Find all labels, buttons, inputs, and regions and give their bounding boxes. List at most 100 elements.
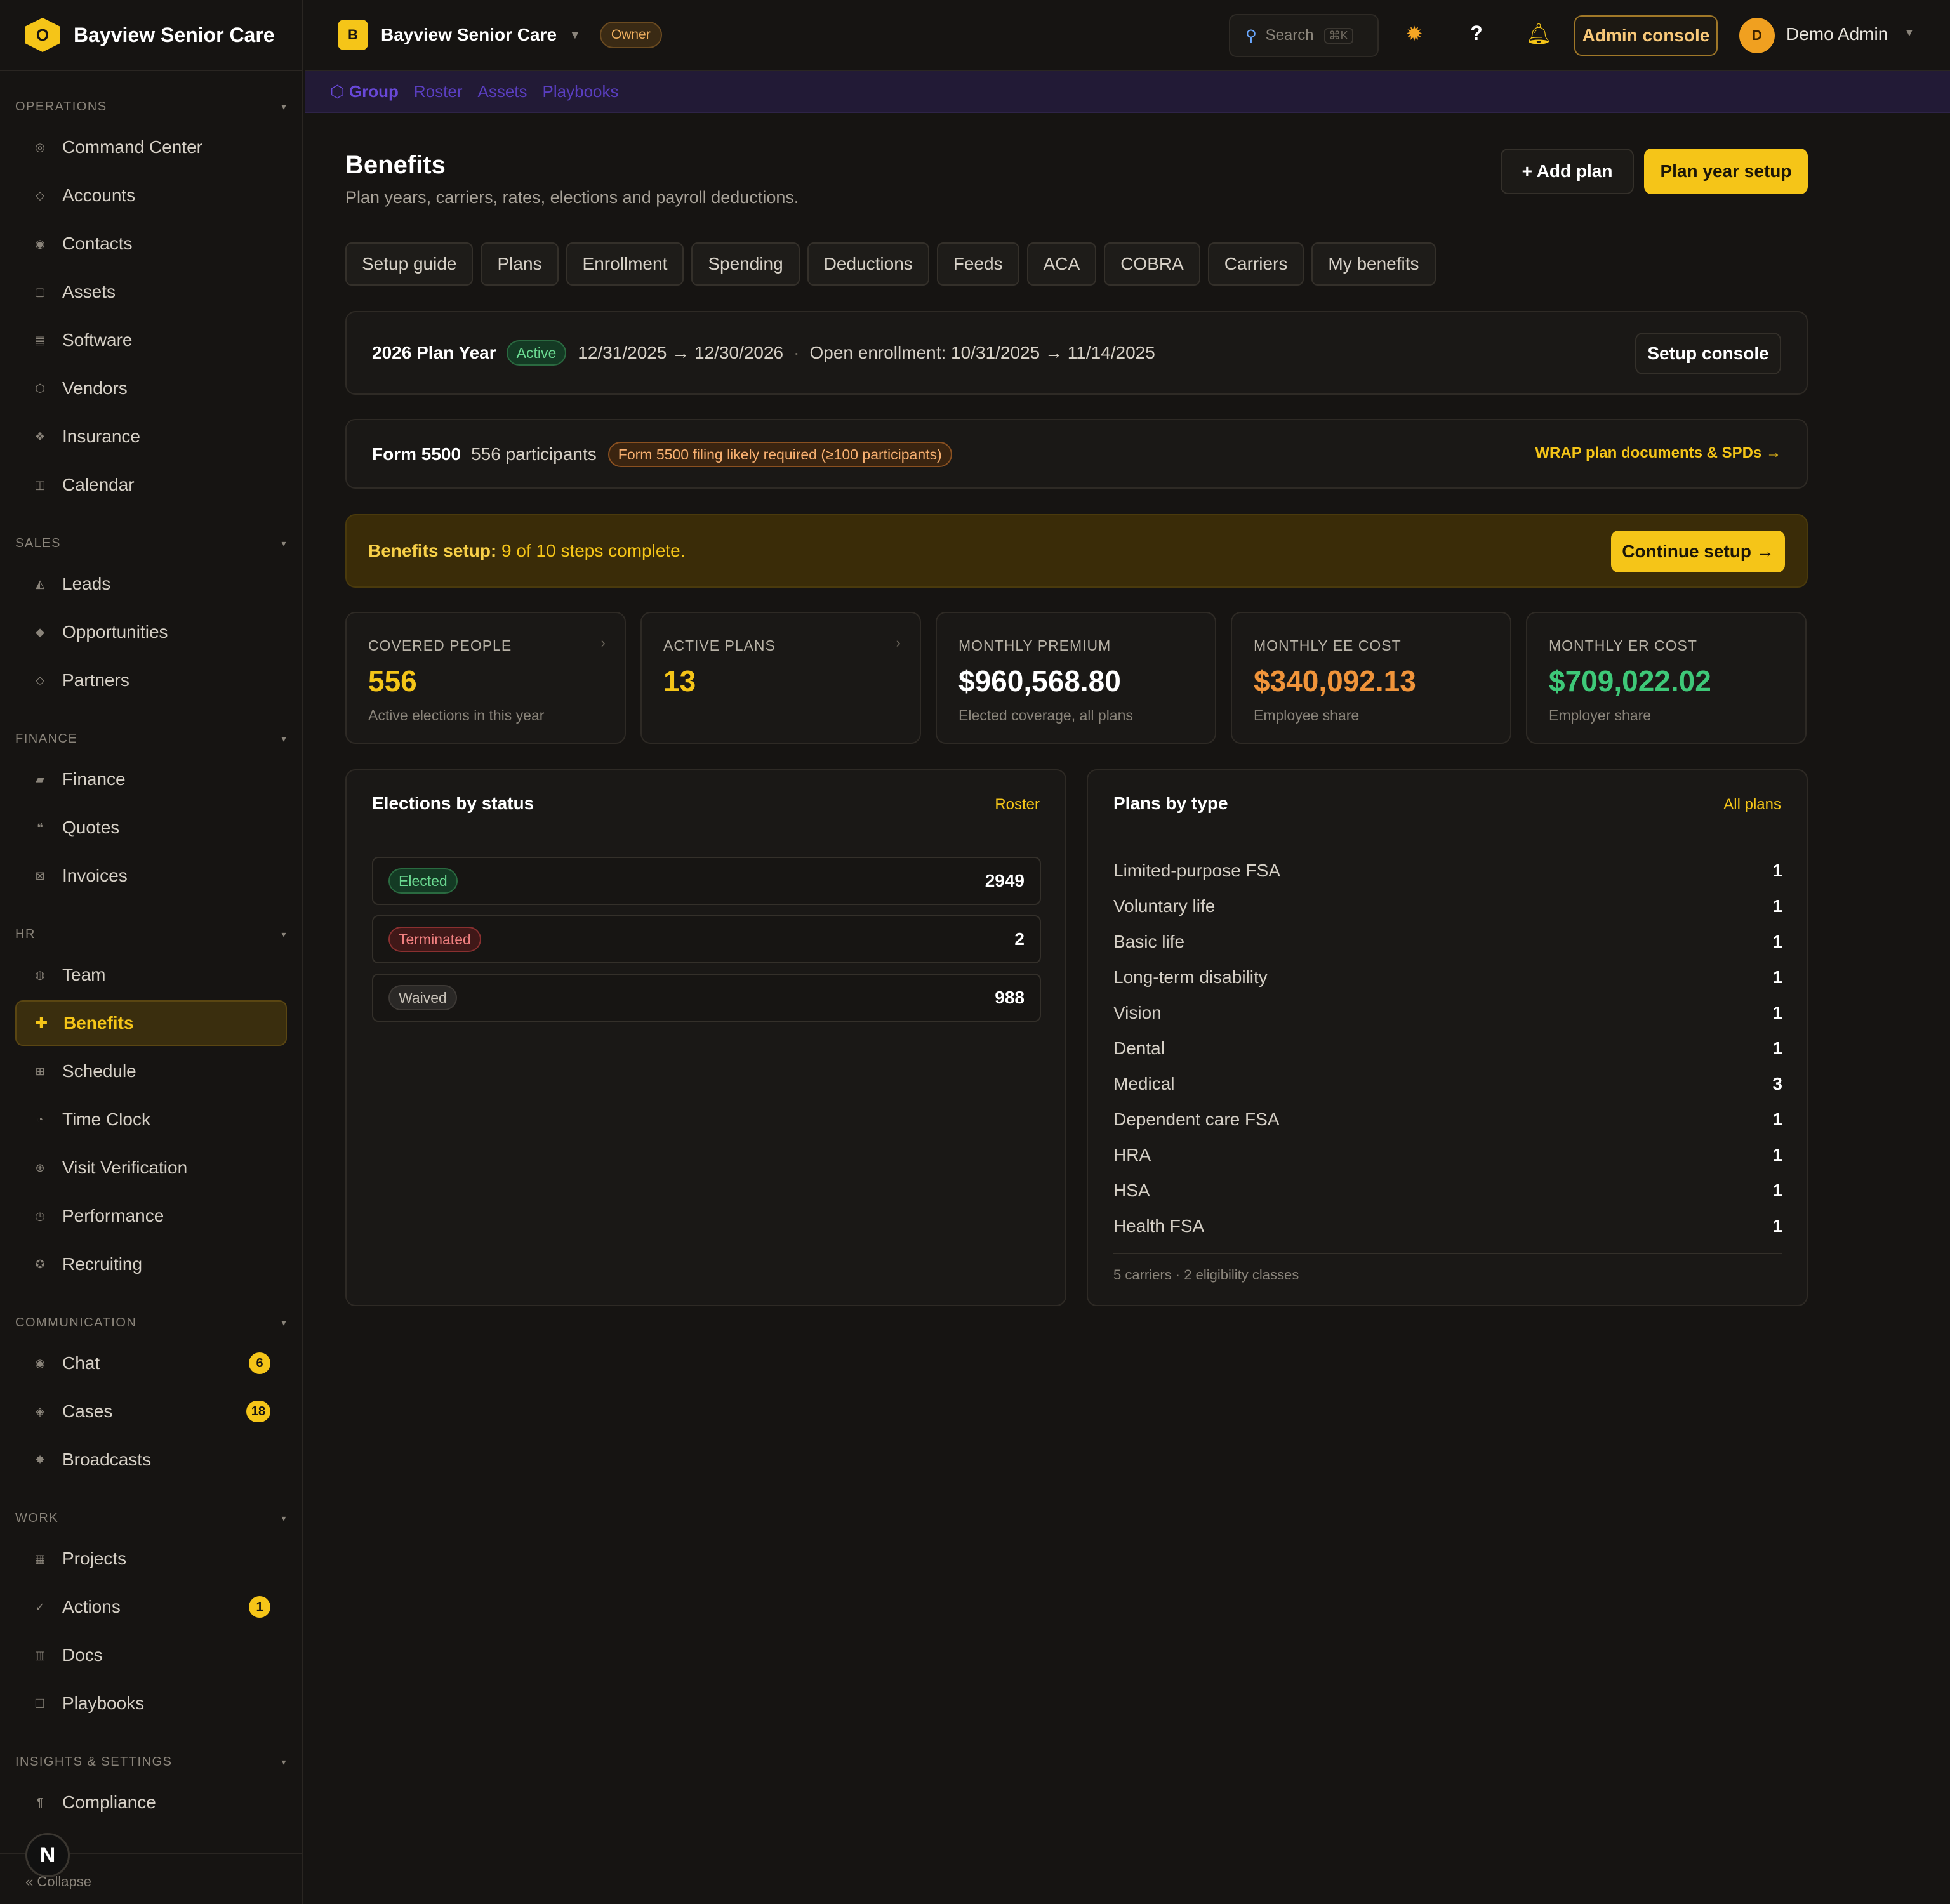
brand[interactable]: O Bayview Senior Care <box>0 0 302 71</box>
sidebar-item-contacts[interactable]: ◉ Contacts <box>15 221 287 267</box>
collapse-button[interactable]: « Collapse <box>25 1874 91 1890</box>
benefits-icon: ✚ <box>34 1014 48 1032</box>
tab-spending[interactable]: Spending <box>691 242 800 286</box>
help-icon[interactable]: ? <box>1462 22 1490 45</box>
benefits-tabs: Setup guide Plans Enrollment Spending Deduct… <box>345 242 1443 286</box>
chevron-down-icon[interactable]: ▾ <box>281 1318 287 1328</box>
tab-plans[interactable]: Plans <box>481 242 559 286</box>
sidebar-item-label: Quotes <box>62 817 120 837</box>
org-switcher[interactable]: Bayview Senior Care <box>381 25 557 45</box>
command-center-icon: ◎ <box>35 140 45 154</box>
chevron-down-icon[interactable]: ▾ <box>281 102 287 112</box>
sidebar-item-visit-verification[interactable]: ⊕ Visit Verification <box>15 1145 287 1191</box>
chevron-down-icon[interactable]: ▾ <box>281 1513 287 1524</box>
chevron-right-icon[interactable]: › <box>601 635 606 651</box>
sidebar-item-docs[interactable]: ▥ Docs <box>15 1632 287 1678</box>
user-menu[interactable]: Demo Admin <box>1786 24 1888 44</box>
sidebar-item-label: Opportunities <box>62 622 168 642</box>
tab-feeds[interactable]: Feeds <box>936 242 1019 286</box>
chevron-down-icon[interactable]: ▼ <box>569 29 581 42</box>
tab-my-benefits[interactable]: My benefits <box>1311 242 1436 286</box>
sidebar-item-chat[interactable]: ◉ Chat 6 <box>15 1340 287 1386</box>
chevron-down-icon[interactable]: ▾ <box>281 1757 287 1768</box>
sidebar-item-accounts[interactable]: ◇ Accounts <box>15 173 287 218</box>
chevron-down-icon[interactable]: ▾ <box>281 538 287 549</box>
setup-progress-text: Benefits setup: 9 of 10 steps complete. <box>368 541 686 561</box>
sidebar-item-schedule[interactable]: ⊞ Schedule <box>15 1048 287 1094</box>
org-badge[interactable]: B <box>338 20 368 50</box>
bell-icon[interactable]: 🔔︎ <box>1525 22 1553 46</box>
wrap-documents-link[interactable]: WRAP plan documents & SPDs → <box>1535 444 1781 462</box>
sidebar-item-performance[interactable]: ◷ Performance <box>15 1193 287 1239</box>
section-header-communication[interactable]: COMMUNICATION ▾ <box>0 1312 302 1333</box>
election-status-row[interactable]: Waived 988 <box>372 974 1041 1022</box>
kpi-card-covered-people[interactable]: COVERED PEOPLE 556 Active elections in thi… <box>345 612 626 744</box>
sidebar-item-time-clock[interactable]: ◔ Time Clock <box>15 1097 287 1142</box>
all-plans-link[interactable]: All plans <box>1723 796 1781 814</box>
tab-carriers[interactable]: Carriers <box>1207 242 1304 286</box>
sidebar-item-broadcasts[interactable]: ✸ Broadcasts <box>15 1437 287 1483</box>
sidebar-item-team[interactable]: ◍ Team <box>15 952 287 998</box>
quotes-icon: ❝ <box>37 821 43 834</box>
sidebar-item-insurance[interactable]: ❖ Insurance <box>15 414 287 459</box>
sidebar-item-compliance[interactable]: ¶ Compliance <box>15 1780 287 1825</box>
admin-console-button[interactable]: Admin console <box>1574 15 1718 56</box>
add-plan-button[interactable]: + Add plan <box>1501 149 1634 194</box>
section-header-hr[interactable]: HR ▾ <box>0 924 302 944</box>
sidebar-item-software[interactable]: ▤ Software <box>15 317 287 363</box>
section-header-insights-settings[interactable]: INSIGHTS & SETTINGS ▾ <box>0 1752 302 1772</box>
sidebar-item-actions[interactable]: ✓ Actions 1 <box>15 1584 287 1630</box>
kpi-subtitle: Employer share <box>1549 707 1652 724</box>
sidebar-item-leads[interactable]: ◭ Leads <box>15 561 287 607</box>
sidebar-item-finance[interactable]: ▰ Finance <box>15 757 287 802</box>
plan-year-setup-button[interactable]: Plan year setup <box>1644 149 1808 194</box>
sidebar-item-recruiting[interactable]: ✪ Recruiting <box>15 1241 287 1287</box>
subnav-playbooks[interactable]: Playbooks <box>543 82 619 102</box>
sidebar-item-command-center[interactable]: ◎ Command Center <box>15 124 287 170</box>
plan-type-count: 1 <box>1772 1003 1782 1022</box>
sidebar-item-quotes[interactable]: ❝ Quotes <box>15 805 287 850</box>
setup-console-button[interactable]: Setup console <box>1635 333 1781 374</box>
tab-aca[interactable]: ACA <box>1026 242 1097 286</box>
tab-cobra[interactable]: COBRA <box>1104 242 1200 286</box>
election-status-row[interactable]: Elected 2949 <box>372 857 1041 905</box>
section-header-work[interactable]: WORK ▾ <box>0 1508 302 1528</box>
tab-deductions[interactable]: Deductions <box>807 242 929 286</box>
chevron-down-icon[interactable]: ▾ <box>281 929 287 940</box>
section-header-finance[interactable]: FINANCE ▾ <box>0 729 302 749</box>
sidebar-item-invoices[interactable]: ⊠ Invoices <box>15 853 287 899</box>
leads-icon: ◭ <box>36 577 44 590</box>
sidebar-item-playbooks[interactable]: ❏ Playbooks <box>15 1681 287 1726</box>
sidebar-item-opportunities[interactable]: ◆ Opportunities <box>15 609 287 655</box>
sidebar-item-label: Assets <box>62 282 116 301</box>
tab-setup-guide[interactable]: Setup guide <box>345 242 474 286</box>
sidebar-item-calendar[interactable]: ◫ Calendar <box>15 462 287 508</box>
subnav-group[interactable]: ⬡ Group <box>330 82 399 102</box>
sidebar-footer: N « Collapse <box>0 1833 302 1904</box>
election-status-row[interactable]: Terminated 2 <box>372 915 1041 963</box>
subnav-roster[interactable]: Roster <box>414 82 463 102</box>
kpi-card-active-plans[interactable]: ACTIVE PLANS 13 › <box>640 612 921 744</box>
continue-setup-button[interactable]: Continue setup → <box>1611 531 1785 572</box>
help-avatar[interactable]: N <box>25 1833 70 1877</box>
calendar-icon: ◫ <box>34 478 46 491</box>
chevron-down-icon[interactable]: ▼ <box>1904 28 1914 39</box>
search-input[interactable]: ⚲ Search ⌘K <box>1229 14 1379 57</box>
sidebar-item-assets[interactable]: ▢ Assets <box>15 269 287 315</box>
chevron-down-icon[interactable]: ▾ <box>281 734 287 744</box>
sidebar-item-vendors[interactable]: ⬡ Vendors <box>15 366 287 411</box>
avatar[interactable]: D <box>1739 18 1775 53</box>
sidebar-item-partners[interactable]: ◇ Partners <box>15 658 287 703</box>
sidebar-item-benefits[interactable]: ✚ Benefits <box>15 1000 287 1046</box>
chevron-right-icon[interactable]: › <box>896 635 901 651</box>
roster-link[interactable]: Roster <box>995 796 1040 814</box>
section-header-sales[interactable]: SALES ▾ <box>0 533 302 553</box>
tab-enrollment[interactable]: Enrollment <box>566 242 684 286</box>
plan-type-count: 1 <box>1772 1145 1782 1165</box>
sidebar-item-cases[interactable]: ◈ Cases 18 <box>15 1389 287 1434</box>
subnav-assets[interactable]: Assets <box>478 82 527 102</box>
theme-toggle-icon[interactable]: ✹ <box>1400 22 1428 46</box>
section-header-operations[interactable]: OPERATIONS ▾ <box>0 96 302 117</box>
plan-type-count: 1 <box>1772 1216 1782 1236</box>
sidebar-item-projects[interactable]: ▦ Projects <box>15 1536 287 1582</box>
